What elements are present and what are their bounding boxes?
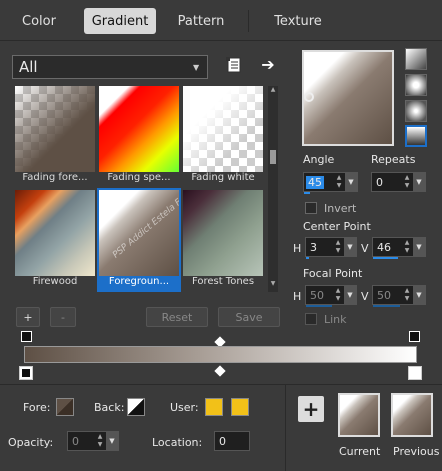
- reset-button[interactable]: Reset: [146, 307, 208, 327]
- chevron-down-icon[interactable]: ▼: [413, 238, 425, 256]
- opacity-label: Opacity:: [8, 436, 54, 449]
- sunburst-style-button[interactable]: [405, 100, 427, 122]
- color-midpoint-icon[interactable]: [214, 365, 226, 377]
- center-point-label: Center Point: [303, 220, 371, 233]
- arrow-right-icon[interactable]: ➔: [258, 55, 278, 74]
- location-label: Location:: [152, 436, 203, 449]
- add-gradient-button[interactable]: +: [16, 307, 40, 327]
- angle-input[interactable]: 45 ▲ ▼ ▼: [303, 172, 358, 194]
- chevron-down-icon[interactable]: ▼: [345, 173, 357, 191]
- browse-icon[interactable]: [225, 56, 243, 74]
- center-v-label: V: [361, 242, 369, 255]
- spin-arrows-icon[interactable]: ▲ ▼: [401, 173, 413, 191]
- current-gradient-swatch[interactable]: [338, 393, 380, 437]
- category-dropdown[interactable]: All ▼: [12, 55, 208, 79]
- spin-arrows-icon[interactable]: ▲ ▼: [333, 173, 345, 191]
- focal-point-label: Focal Point: [303, 267, 363, 280]
- chevron-down-icon: ▼: [193, 62, 200, 72]
- save-button[interactable]: Save: [218, 307, 280, 327]
- center-h-label: H: [293, 242, 302, 255]
- location-input[interactable]: 0: [214, 431, 250, 451]
- user-swatch-right[interactable]: [231, 398, 249, 416]
- focal-h-label: H: [293, 290, 302, 303]
- add-to-list-button[interactable]: +: [298, 396, 324, 422]
- gradient-thumb[interactable]: Fading spe...: [99, 86, 179, 186]
- gradient-thumb-label: Firewood: [15, 276, 95, 290]
- color-stop-end-icon[interactable]: [409, 331, 420, 342]
- link-label: Link: [324, 313, 347, 326]
- focal-v-label: V: [361, 290, 369, 303]
- chevron-down-icon[interactable]: ▼: [344, 286, 356, 304]
- color-stop-start-icon[interactable]: [21, 331, 32, 342]
- gradient-thumb-label: Fading fore...: [15, 172, 95, 186]
- gradient-thumb-label: Foregroun...: [99, 276, 179, 290]
- fore-label: Fore:: [23, 401, 51, 414]
- center-v-input[interactable]: 46 ▲ ▼ ▼: [372, 237, 426, 259]
- focal-v-value: 50: [377, 288, 391, 302]
- angle-label: Angle: [303, 153, 335, 166]
- previous-gradient-swatch[interactable]: [391, 393, 433, 437]
- focal-h-input[interactable]: 50 ▲ ▼ ▼: [305, 285, 357, 307]
- spin-arrows-icon[interactable]: ▲ ▼: [401, 238, 413, 256]
- center-h-input[interactable]: 3 ▲ ▼ ▼: [305, 237, 357, 259]
- gradient-editor-bar[interactable]: [24, 346, 417, 363]
- center-handle-icon[interactable]: [304, 92, 314, 102]
- gradient-thumb-label: Fading spe...: [99, 172, 179, 186]
- current-label: Current: [339, 445, 381, 458]
- scroll-thumb[interactable]: [270, 150, 276, 164]
- linear-style-button[interactable]: [405, 48, 427, 70]
- repeats-input[interactable]: 0 ▲ ▼ ▼: [371, 172, 426, 192]
- rectangular-style-button[interactable]: [405, 74, 427, 96]
- color-stop-end-icon[interactable]: [408, 366, 422, 380]
- user-swatch-left[interactable]: [205, 398, 223, 416]
- tab-color[interactable]: Color: [8, 8, 70, 34]
- invert-label: Invert: [324, 202, 357, 215]
- radial-style-button[interactable]: [405, 125, 427, 147]
- tab-pattern[interactable]: Pattern: [166, 8, 236, 34]
- center-h-value: 3: [310, 240, 317, 254]
- gradient-thumb-label: Forest Tones: [183, 276, 263, 290]
- scroll-up-icon[interactable]: ▲: [268, 86, 278, 96]
- previous-label: Previous: [393, 445, 440, 458]
- location-value: 0: [219, 434, 226, 448]
- category-value: All: [19, 58, 38, 76]
- focal-h-value: 50: [310, 288, 324, 302]
- gradient-preview[interactable]: [302, 50, 394, 146]
- spin-arrows-icon[interactable]: ▲ ▼: [94, 432, 106, 450]
- spin-arrows-icon[interactable]: ▲ ▼: [332, 286, 344, 304]
- tab-texture[interactable]: Texture: [262, 8, 334, 34]
- gradient-thumb[interactable]: PSP Addict Estela Fonseca Foregroun...: [97, 188, 181, 292]
- opacity-input[interactable]: 0 ▲ ▼ ▼: [67, 431, 119, 451]
- invert-checkbox[interactable]: [305, 202, 317, 214]
- angle-value: 45: [306, 175, 324, 189]
- remove-gradient-button[interactable]: -: [50, 307, 76, 327]
- gradient-thumb-label: Fading white: [183, 172, 263, 186]
- chevron-down-icon[interactable]: ▼: [413, 286, 425, 304]
- back-label: Back:: [94, 401, 125, 414]
- user-label: User:: [170, 401, 199, 414]
- tab-gradient[interactable]: Gradient: [84, 8, 156, 34]
- link-checkbox[interactable]: [305, 313, 317, 325]
- scroll-down-icon[interactable]: ▼: [268, 280, 278, 290]
- chevron-down-icon[interactable]: ▼: [106, 432, 118, 450]
- gradient-thumb[interactable]: Fading white: [183, 86, 263, 186]
- chevron-down-icon[interactable]: ▼: [344, 238, 356, 256]
- gradient-list-scrollbar[interactable]: ▲ ▼: [268, 86, 278, 292]
- repeats-value: 0: [376, 175, 383, 189]
- spin-arrows-icon[interactable]: ▲ ▼: [401, 286, 413, 304]
- spin-arrows-icon[interactable]: ▲ ▼: [332, 238, 344, 256]
- gradient-thumb[interactable]: Fading fore...: [15, 86, 95, 186]
- opacity-value: 0: [72, 434, 79, 448]
- gradient-thumb[interactable]: Firewood: [15, 190, 95, 290]
- fore-swatch[interactable]: [56, 398, 74, 416]
- repeats-label: Repeats: [371, 153, 416, 166]
- back-swatch[interactable]: [127, 398, 145, 416]
- focal-v-input[interactable]: 50 ▲ ▼ ▼: [372, 285, 426, 307]
- color-stop-start-icon[interactable]: [19, 366, 33, 380]
- chevron-down-icon[interactable]: ▼: [413, 173, 425, 191]
- center-v-value: 46: [377, 240, 391, 254]
- gradient-thumb[interactable]: Forest Tones: [183, 190, 263, 290]
